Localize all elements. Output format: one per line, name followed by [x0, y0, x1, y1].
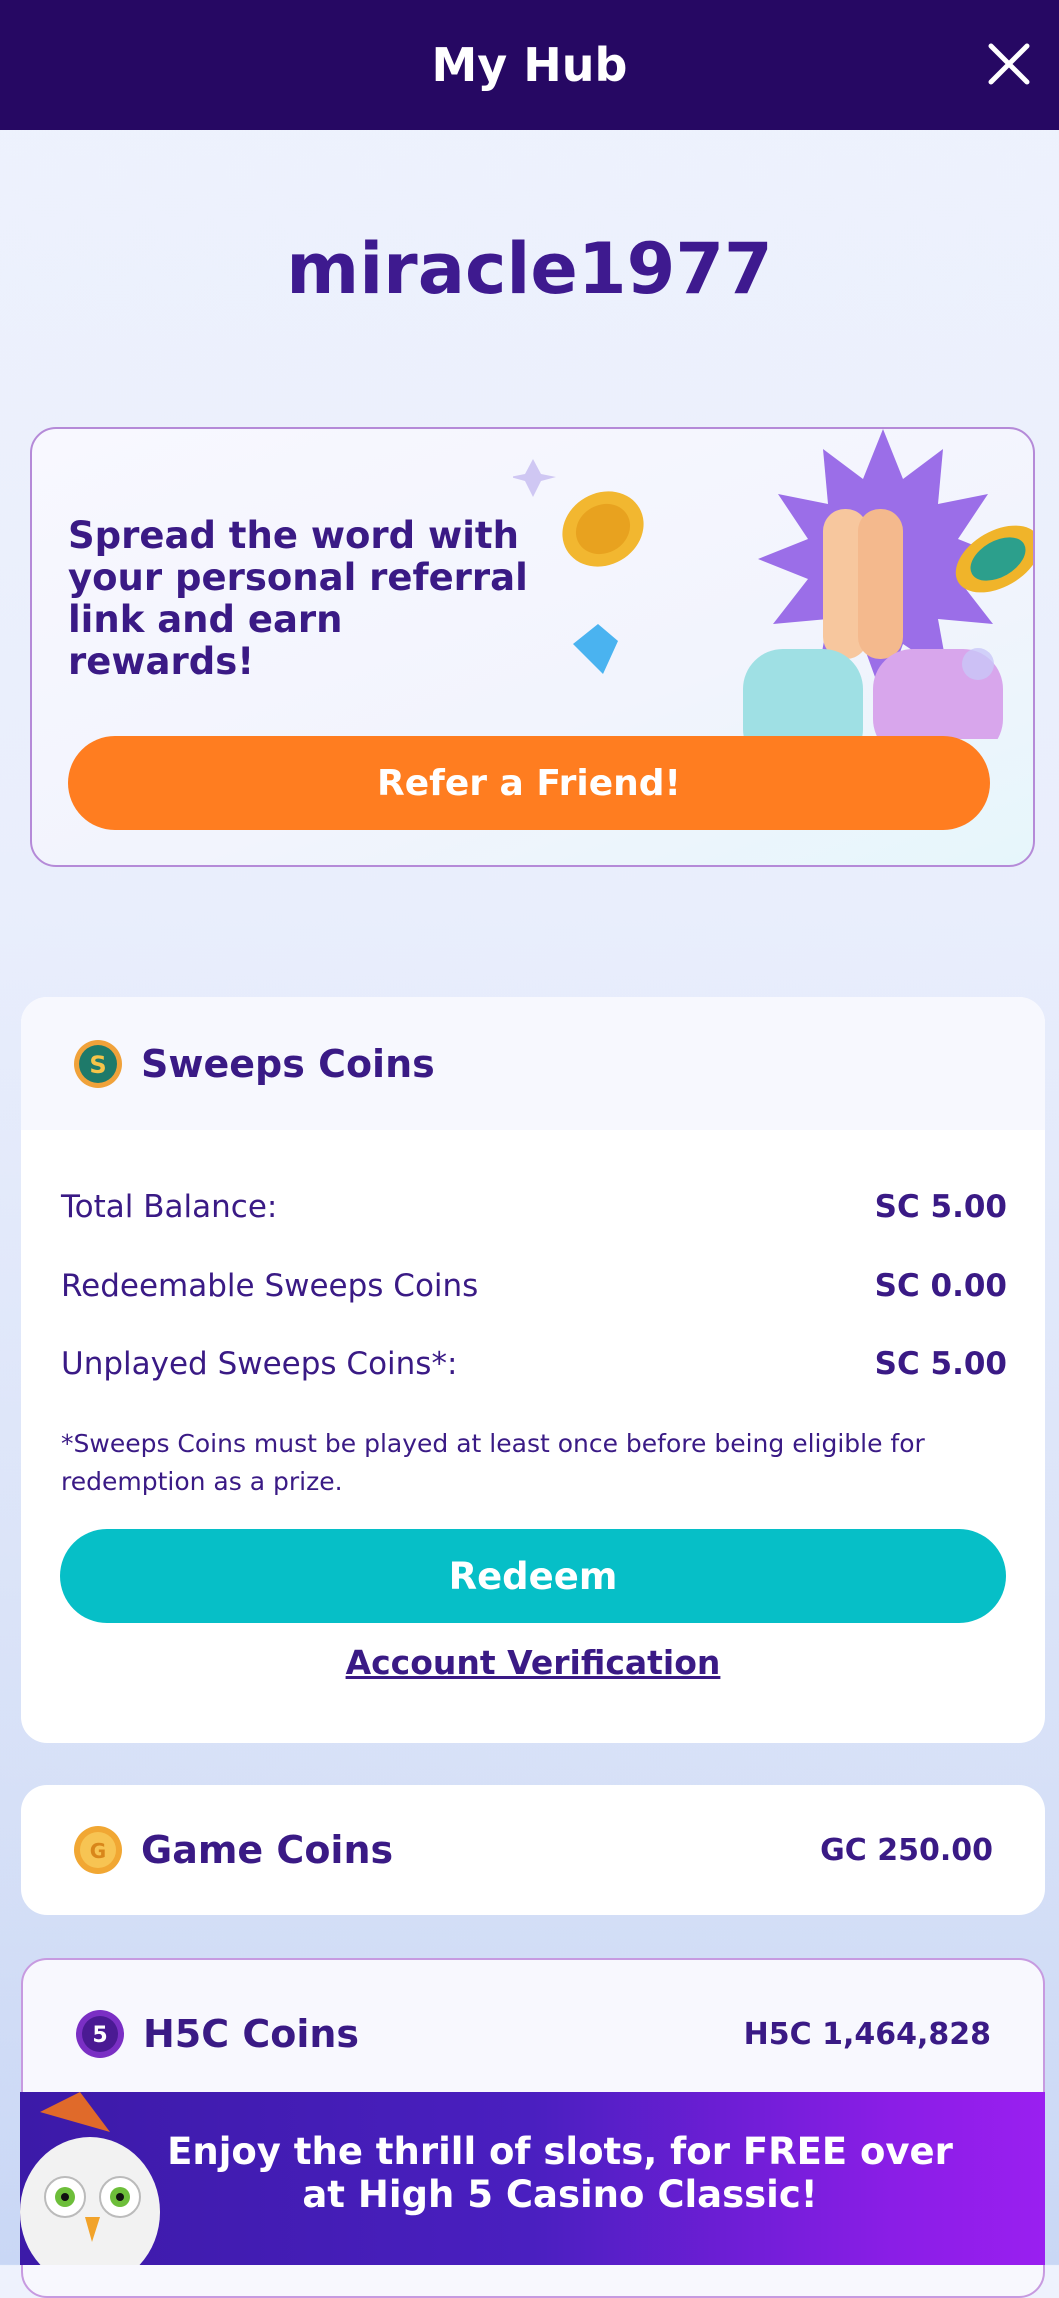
- referral-text: Spread the word with your personal refer…: [68, 514, 528, 683]
- game-coins-value: GC 250.00: [820, 1832, 993, 1868]
- row-label: Unplayed Sweeps Coins*:: [61, 1346, 458, 1382]
- username: miracle1977: [286, 228, 773, 310]
- svg-text:G: G: [90, 1839, 106, 1863]
- row-label: Redeemable Sweeps Coins: [61, 1268, 479, 1304]
- h5c-coins-value: H5C 1,464,828: [743, 2016, 991, 2052]
- page-title: My Hub: [431, 38, 628, 92]
- promo-banner[interactable]: Enjoy the thrill of slots, for FREE over…: [20, 2092, 1045, 2265]
- sweeps-coins-title: Sweeps Coins: [141, 1041, 435, 1086]
- sweeps-coins-card: S Sweeps Coins Total Balance: SC 5.00 Re…: [21, 997, 1045, 1743]
- h5c-coins-row: 5 H5C Coins H5C 1,464,828: [75, 2004, 991, 2064]
- promo-text: Enjoy the thrill of slots, for FREE over…: [167, 2130, 953, 2216]
- unplayed-row: Unplayed Sweeps Coins*: SC 5.00: [61, 1346, 1007, 1382]
- game-coins-title: Game Coins: [141, 1828, 394, 1872]
- account-verification-link[interactable]: Account Verification: [21, 1643, 1045, 1682]
- h5c-coin-icon: 5: [76, 2010, 124, 2058]
- high-five-illustration: [513, 429, 1033, 739]
- row-value: SC 5.00: [874, 1189, 1007, 1225]
- redeemable-row: Redeemable Sweeps Coins SC 0.00: [61, 1268, 1007, 1304]
- svg-text:S: S: [89, 1051, 106, 1079]
- row-value: SC 0.00: [874, 1268, 1007, 1304]
- total-balance-row: Total Balance: SC 5.00: [61, 1189, 1007, 1225]
- redeem-button[interactable]: Redeem: [60, 1529, 1006, 1623]
- row-value: SC 5.00: [874, 1346, 1007, 1382]
- sweeps-coins-header: S Sweeps Coins: [21, 997, 1045, 1130]
- top-bar: My Hub: [0, 0, 1059, 130]
- refer-friend-button[interactable]: Refer a Friend!: [68, 736, 990, 830]
- referral-card: Spread the word with your personal refer…: [30, 427, 1035, 867]
- close-icon[interactable]: [985, 40, 1033, 88]
- sweeps-note: *Sweeps Coins must be played at least on…: [61, 1429, 925, 1496]
- h5c-coins-title: H5C Coins: [143, 2012, 360, 2056]
- game-coins-card: G Game Coins GC 250.00: [21, 1785, 1045, 1915]
- game-coin-icon: G: [74, 1826, 122, 1874]
- sweeps-coin-icon: S: [74, 1039, 122, 1088]
- svg-text:5: 5: [92, 2023, 107, 2048]
- row-label: Total Balance:: [61, 1189, 278, 1225]
